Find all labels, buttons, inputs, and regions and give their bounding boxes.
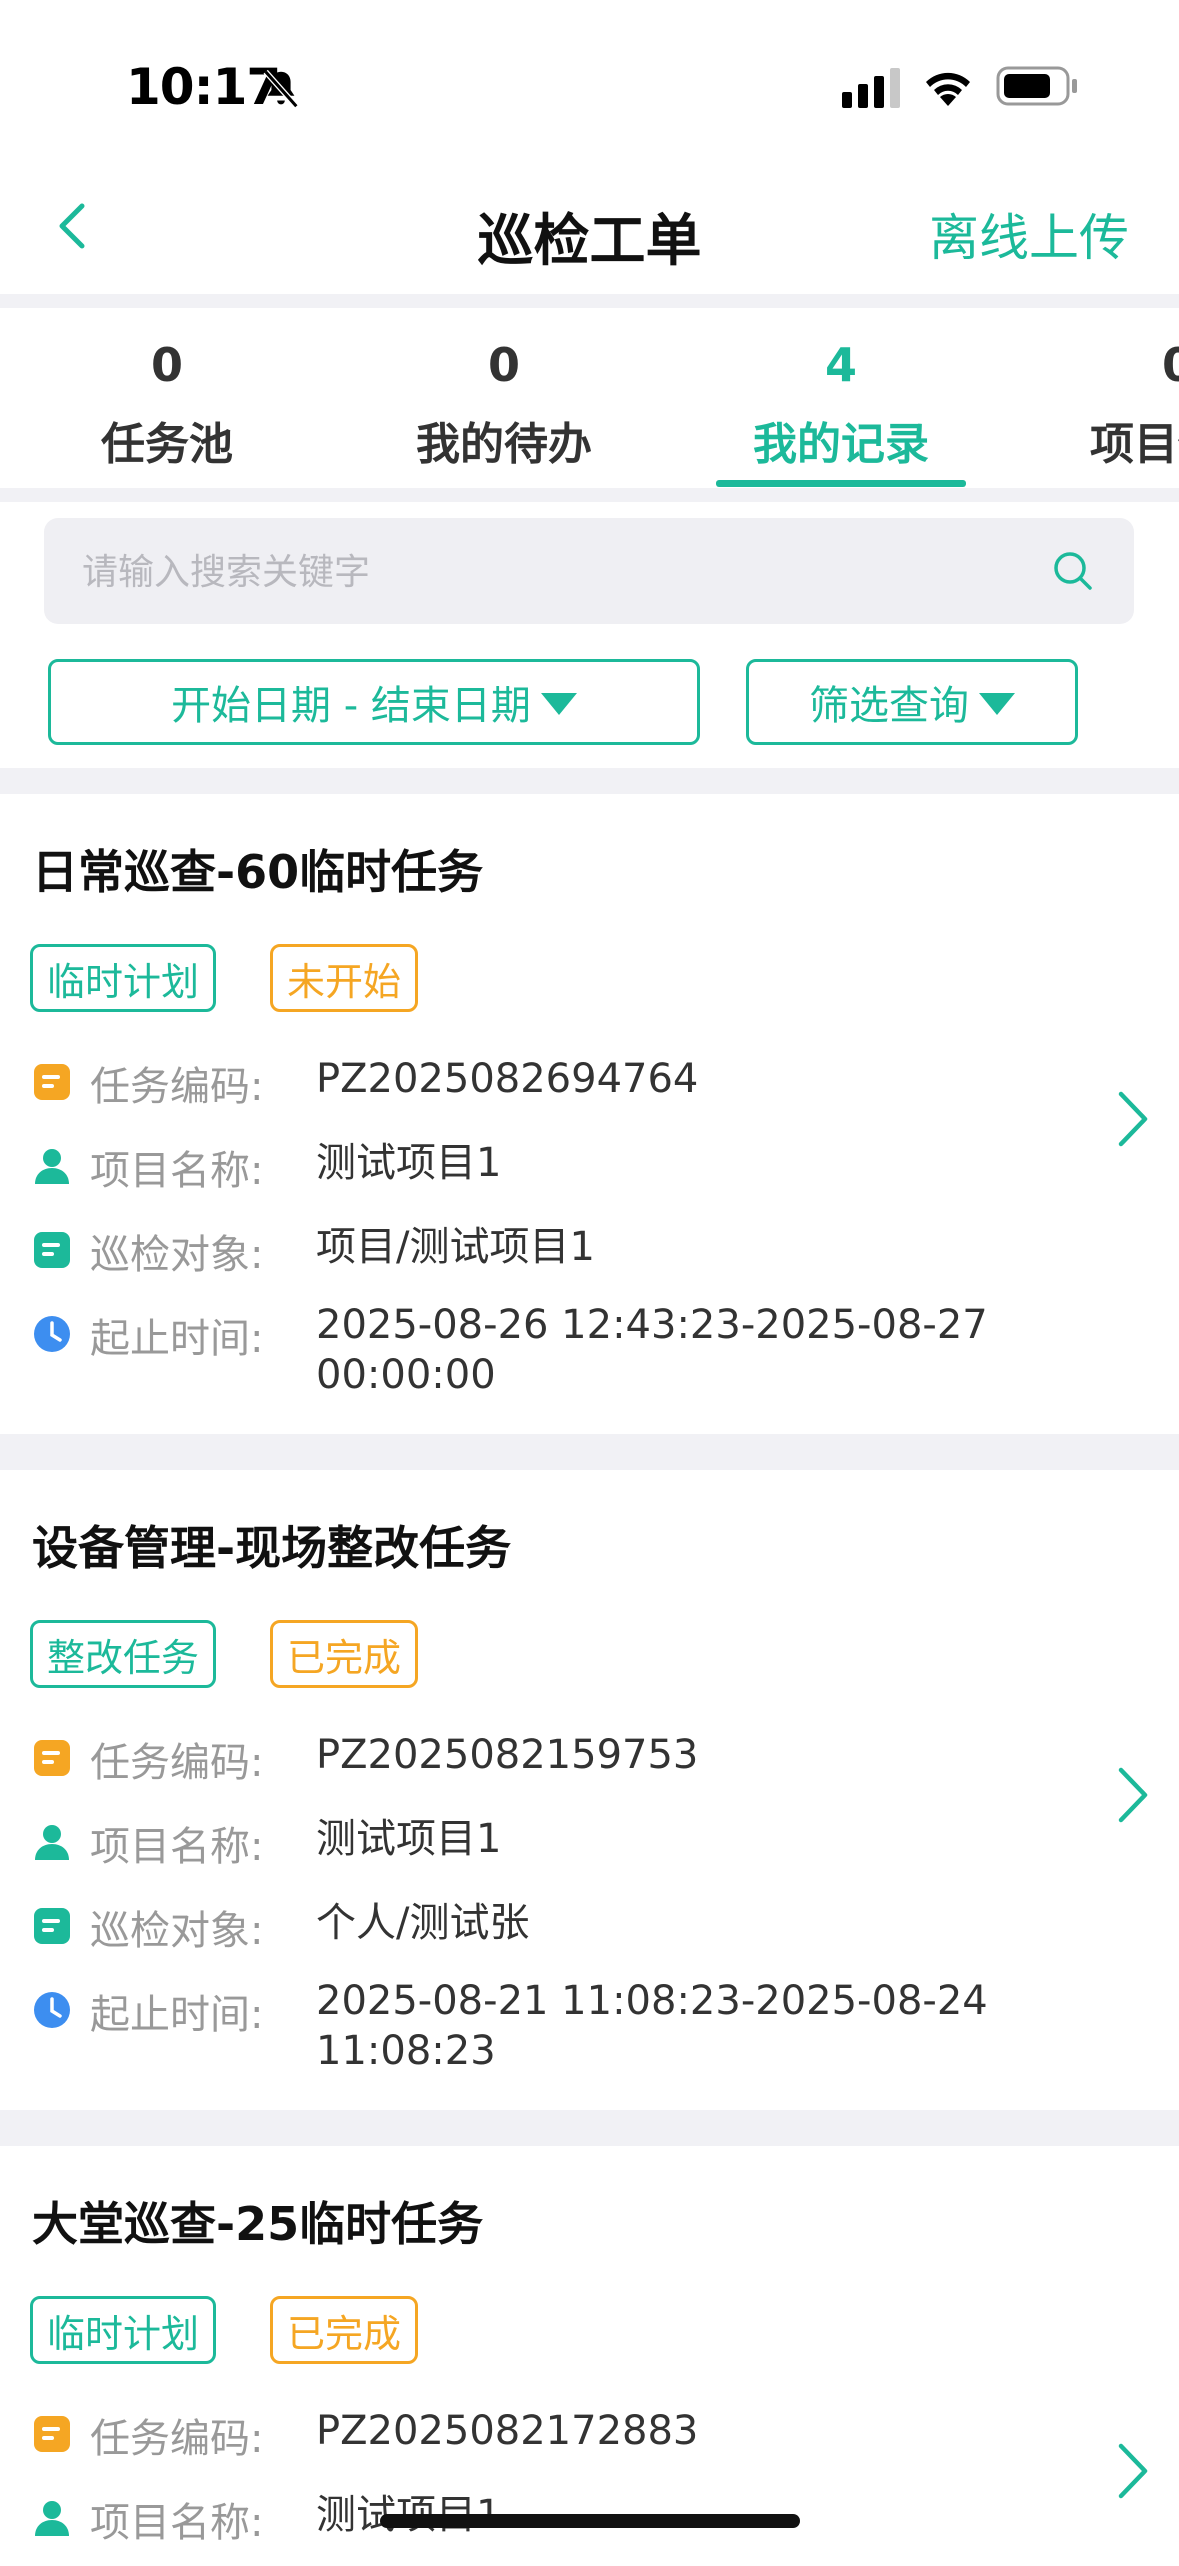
task-card[interactable]: 设备管理-现场整改任务 整改任务 已完成 任务编码: PZ20250821597… — [0, 1470, 1179, 2110]
time-range-row: 起止时间: 2025-08-21 11:08:23-2025-08-24 11:… — [32, 1976, 1052, 2086]
field-label: 项目名称: — [90, 2500, 264, 2546]
bell-muted-icon — [263, 69, 299, 109]
back-arrow-icon[interactable] — [44, 196, 104, 256]
date-range-label: 开始日期 - 结束日期 — [171, 683, 531, 729]
document-icon — [34, 1064, 70, 1100]
inspection-object-row: 巡检对象: 项目/测试项目1 — [32, 1222, 1052, 1282]
checklist-icon — [34, 1908, 70, 1944]
chevron-right-icon[interactable] — [1107, 1760, 1157, 1830]
project-name-row: 项目名称: 测试项目1 — [32, 1814, 1052, 1874]
checklist-icon — [34, 1232, 70, 1268]
task-title: 设备管理-现场整改任务 — [32, 1521, 512, 1575]
task-title: 日常巡查-60临时任务 — [32, 845, 484, 899]
field-label: 项目名称: — [90, 1824, 264, 1870]
task-status-tag: 已完成 — [270, 2296, 419, 2364]
task-code: PZ2025082159753 — [316, 1732, 699, 1778]
tab-count: 0 — [150, 338, 183, 392]
tab-label: 任务池 — [101, 419, 233, 470]
active-tab-indicator — [716, 480, 966, 487]
filter-query-label: 筛选查询 — [809, 683, 969, 729]
time-range: 2025-08-21 11:08:23-2025-08-24 11:08:23 — [316, 1978, 988, 2074]
field-label: 起止时间: — [90, 1992, 264, 2038]
task-card[interactable]: 大堂巡查-25临时任务 临时计划 已完成 任务编码: PZ20250821728… — [0, 2146, 1179, 2566]
inspection-object: 项目/测试项目1 — [316, 1224, 595, 1270]
time-range: 2025-08-26 12:43:23-2025-08-27 00:00:00 — [316, 1302, 988, 1398]
task-title: 大堂巡查-25临时任务 — [32, 2197, 484, 2251]
person-icon — [35, 2501, 69, 2536]
task-code: PZ2025082694764 — [316, 1056, 699, 1102]
field-label: 任务编码: — [90, 1064, 264, 1110]
project-name-row: 项目名称: 测试项目1 — [32, 1138, 1052, 1198]
tab-label: 项目任务 — [1090, 419, 1179, 470]
task-status-tag: 未开始 — [270, 944, 419, 1012]
clock-icon — [34, 1992, 70, 2028]
task-code-row: 任务编码: PZ2025082172883 — [32, 2406, 1052, 2466]
person-icon — [35, 1825, 69, 1860]
filter-query-button[interactable]: 筛选查询 — [746, 659, 1078, 745]
search-box — [44, 518, 1134, 626]
field-label: 任务编码: — [90, 1740, 264, 1786]
tab-count: 0 — [487, 338, 520, 392]
project-name: 测试项目1 — [316, 1140, 502, 1186]
field-label: 任务编码: — [90, 2416, 264, 2462]
tab-count: 4 — [824, 338, 857, 392]
inspection-object-row: 巡检对象: 个人/测试张 — [32, 1898, 1052, 1958]
tab-my-records[interactable]: 4 我的记录 — [711, 308, 971, 488]
search-input[interactable] — [80, 518, 1004, 626]
chevron-right-icon[interactable] — [1107, 2436, 1157, 2506]
task-status-tag: 已完成 — [270, 1620, 419, 1688]
task-code-row: 任务编码: PZ2025082694764 — [32, 1054, 1052, 1114]
inspection-object: 个人/测试张 — [316, 1900, 530, 1946]
field-label: 巡检对象: — [90, 1908, 264, 1954]
clock-icon — [34, 1316, 70, 1352]
person-icon — [35, 1149, 69, 1184]
chevron-right-icon[interactable] — [1107, 1084, 1157, 1154]
tab-project-tasks[interactable]: 0 项目任务 — [1048, 308, 1179, 488]
project-name: 测试项目1 — [316, 1816, 502, 1862]
wifi-icon — [926, 72, 970, 106]
task-type-tag: 临时计划 — [30, 2296, 217, 2364]
task-card[interactable]: 日常巡查-60临时任务 临时计划 未开始 任务编码: PZ20250826947… — [0, 794, 1179, 1434]
home-indicator[interactable] — [380, 2514, 800, 2528]
tab-task-pool[interactable]: 0 任务池 — [37, 308, 297, 488]
nav-bar: 巡检工单 离线上传 — [0, 160, 1179, 294]
task-type-tag: 整改任务 — [30, 1620, 217, 1688]
tab-my-todo[interactable]: 0 我的待办 — [374, 308, 634, 488]
task-code-row: 任务编码: PZ2025082159753 — [32, 1730, 1052, 1790]
tab-count: 0 — [1161, 338, 1179, 392]
document-icon — [34, 1740, 70, 1776]
offline-upload-button[interactable]: 离线上传 — [929, 198, 1129, 270]
status-bar: 10:17 — [0, 0, 1179, 160]
tab-label: 我的待办 — [416, 419, 592, 470]
date-range-filter[interactable]: 开始日期 - 结束日期 — [48, 659, 700, 745]
task-code: PZ2025082172883 — [316, 2408, 699, 2454]
search-icon[interactable] — [1050, 548, 1096, 594]
cellular-signal-icon — [842, 68, 900, 108]
field-label: 起止时间: — [90, 1316, 264, 1362]
caret-down-icon — [979, 693, 1015, 715]
field-label: 项目名称: — [90, 1148, 264, 1194]
caret-down-icon — [540, 693, 577, 715]
battery-icon — [996, 66, 1077, 106]
tab-label: 我的记录 — [753, 419, 929, 470]
time-range-row: 起止时间: 2025-08-26 12:43:23-2025-08-27 00:… — [32, 1300, 1052, 1410]
document-icon — [34, 2416, 70, 2452]
field-label: 巡检对象: — [90, 1232, 264, 1278]
search-section: 开始日期 - 结束日期 筛选查询 — [0, 502, 1179, 768]
task-type-tag: 临时计划 — [30, 944, 217, 1012]
tab-bar: 0 任务池 0 我的待办 4 我的记录 0 项目任务 — [0, 308, 1179, 488]
